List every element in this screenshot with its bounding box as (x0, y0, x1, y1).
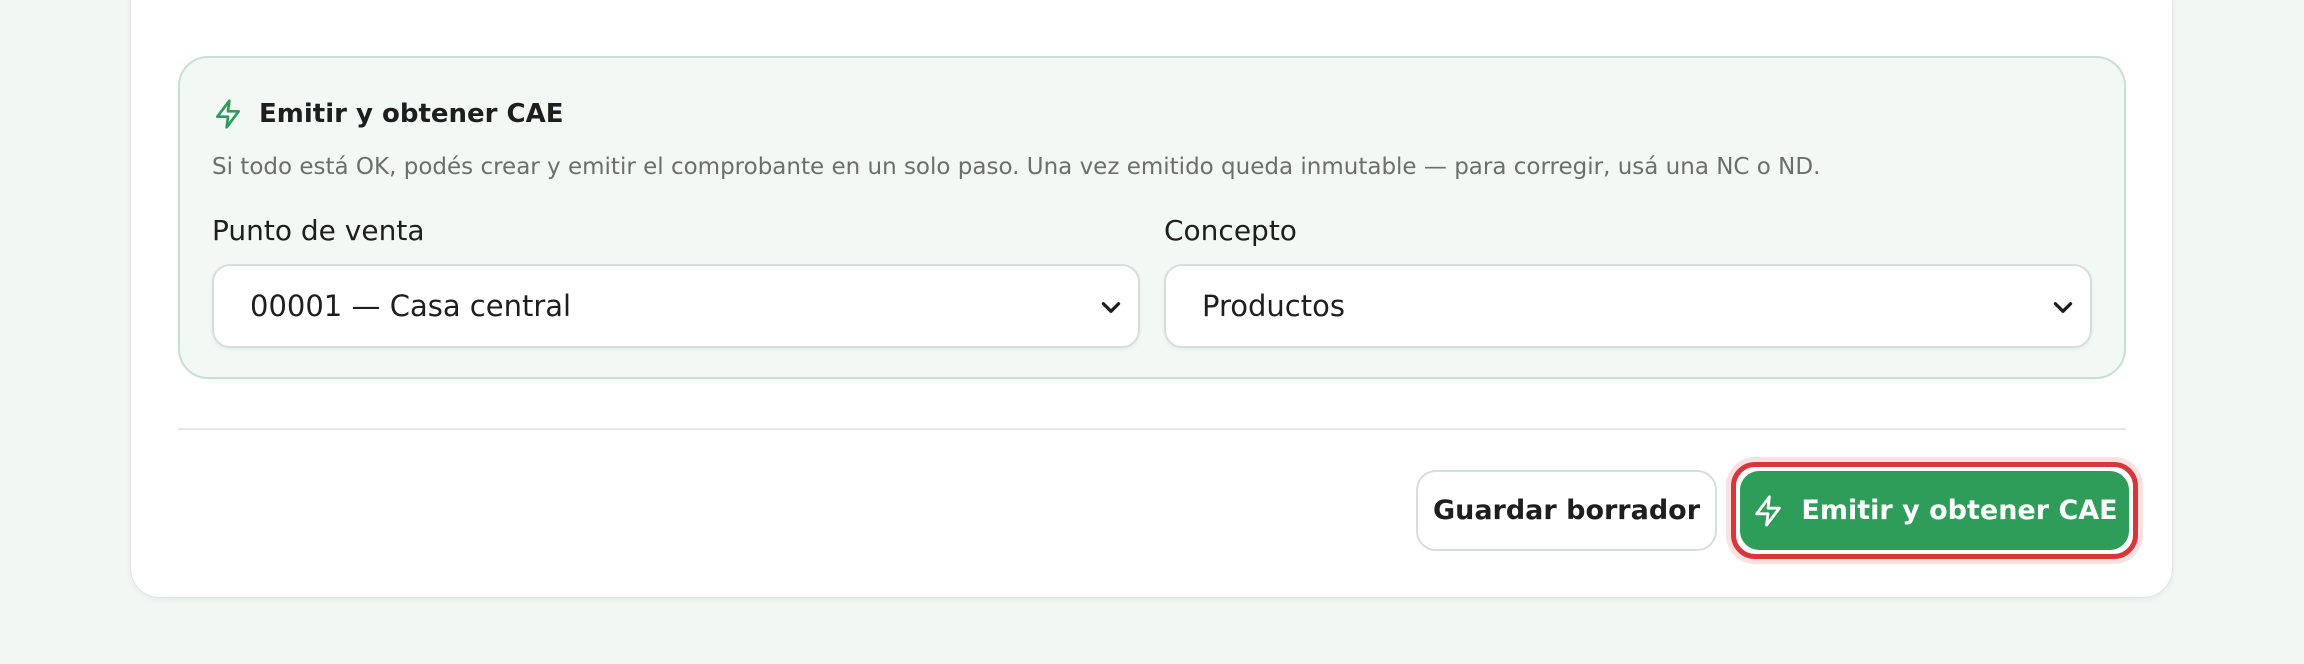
emit-cae-button[interactable]: Emitir y obtener CAE (1740, 471, 2129, 550)
concepto-value: Productos (1202, 289, 1345, 323)
concepto-select[interactable]: Productos (1164, 264, 2092, 348)
chevron-down-icon (2050, 294, 2076, 320)
emit-panel-description: Si todo está OK, podés crear y emitir el… (212, 154, 1821, 180)
chevron-down-icon (1098, 294, 1124, 320)
emit-panel-header: Emitir y obtener CAE (212, 94, 564, 134)
emit-cae-button-label: Emitir y obtener CAE (1801, 495, 2118, 526)
emit-panel-title: Emitir y obtener CAE (259, 99, 564, 129)
lightning-icon (1751, 494, 1785, 528)
save-draft-button[interactable]: Guardar borrador (1416, 470, 1717, 551)
concepto-label: Concepto (1164, 214, 1297, 247)
form-divider (178, 428, 2126, 430)
punto-de-venta-label: Punto de venta (212, 214, 425, 247)
punto-de-venta-value: 00001 — Casa central (250, 289, 572, 323)
punto-de-venta-select[interactable]: 00001 — Casa central (212, 264, 1140, 348)
emit-cae-panel: Emitir y obtener CAE Si todo está OK, po… (178, 56, 2126, 379)
lightning-icon (212, 97, 244, 131)
